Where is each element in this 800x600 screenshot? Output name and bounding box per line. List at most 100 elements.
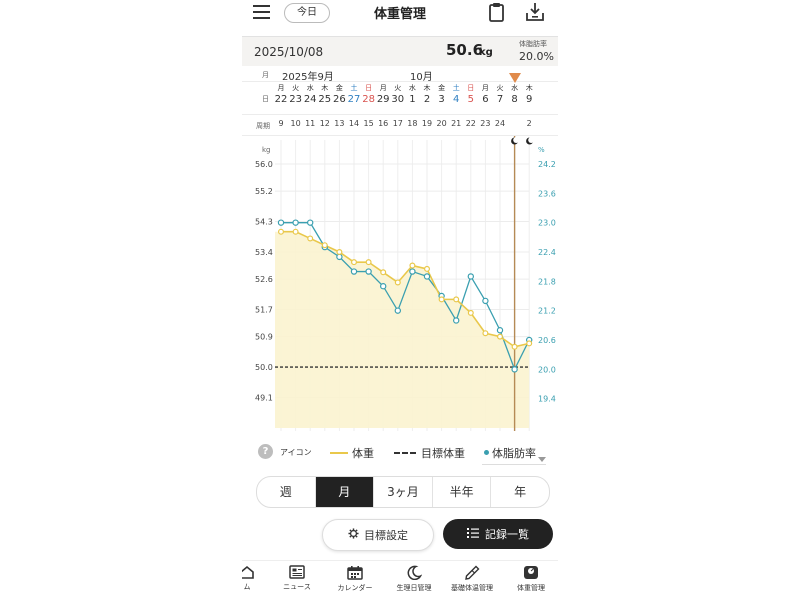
weight-point[interactable] <box>497 333 504 340</box>
cycle-day: 24 <box>494 119 506 128</box>
weight-point[interactable] <box>350 259 357 266</box>
weekday-label: 金 <box>438 84 446 92</box>
y-left-tick-label: 52.6 <box>255 275 273 284</box>
body-fat-point[interactable] <box>409 268 416 275</box>
cycle-day: 19 <box>421 119 433 128</box>
cycle-day: 18 <box>407 119 418 128</box>
weight-point[interactable] <box>321 242 328 249</box>
legend-icon-label: アイコン <box>280 448 312 457</box>
nav-period-tracking[interactable]: 生理日管理 <box>392 565 436 593</box>
day-number[interactable]: 8 <box>507 94 522 105</box>
weight-point[interactable] <box>482 330 489 337</box>
day-number[interactable]: 22 <box>274 94 289 105</box>
weekday-label: 月 <box>481 84 489 92</box>
nav-home[interactable]: ム <box>242 565 262 592</box>
weekday-label: 木 <box>525 84 533 92</box>
period-tab[interactable]: 3ヶ月 <box>373 477 432 507</box>
weight-chart[interactable]: kg % 56.0 55.2 54.3 53.4 52.6 51.7 50.9 50.0 49.1 2… <box>242 136 558 436</box>
day-number[interactable]: 7 <box>493 94 508 105</box>
period-tab[interactable]: 年 <box>490 477 549 507</box>
day-number[interactable]: 24 <box>303 94 318 105</box>
weight-point[interactable] <box>424 265 431 272</box>
weight-point[interactable] <box>277 228 284 235</box>
body-fat-point[interactable] <box>482 297 489 305</box>
body-fat-point[interactable] <box>423 273 431 280</box>
weight-point[interactable] <box>511 343 518 350</box>
weight-summary: 2025/10/08 50.6 kg 体脂肪率 20.0% <box>242 36 558 67</box>
day-number[interactable]: 28 <box>361 94 376 105</box>
weight-point[interactable] <box>394 279 401 286</box>
day-number[interactable]: 5 <box>463 94 478 105</box>
cycle-day: 14 <box>348 119 360 128</box>
weekday-label: 水 <box>511 84 519 92</box>
nav-calendar[interactable]: カレンダー <box>334 565 376 593</box>
list-icon <box>467 527 479 541</box>
body-fat-point[interactable] <box>394 307 401 314</box>
body-fat-point[interactable] <box>277 219 285 226</box>
body-fat-point[interactable] <box>306 219 314 226</box>
body-fat-point[interactable] <box>467 273 474 280</box>
legend-dropdown-icon[interactable] <box>538 448 546 462</box>
day-number[interactable]: 2 <box>420 94 435 105</box>
body-fat-point[interactable] <box>379 283 387 290</box>
moon-icon <box>392 565 436 580</box>
body-fat-point[interactable] <box>511 366 518 373</box>
y-right-tick-label: 19.4 <box>538 395 556 404</box>
download-icon[interactable] <box>524 1 546 23</box>
day-number[interactable]: 27 <box>347 94 362 105</box>
nav-basal-temperature[interactable]: 基礎体温管理 <box>446 565 498 593</box>
body-fat-point[interactable] <box>452 317 460 324</box>
weight-point[interactable] <box>336 248 343 255</box>
day-number[interactable]: 25 <box>317 94 332 105</box>
nav-weight-management[interactable]: 体重管理 <box>510 565 552 593</box>
body-fat-point[interactable] <box>496 327 504 334</box>
clipboard-icon[interactable] <box>487 1 507 23</box>
cycle-day: 23 <box>480 119 491 128</box>
records-list-button[interactable]: 記録一覧 <box>443 519 553 549</box>
day-number[interactable]: 30 <box>390 94 405 105</box>
body-fat-point[interactable] <box>292 219 299 226</box>
weight-unit: kg <box>479 47 493 58</box>
weekday-label: 火 <box>496 84 504 92</box>
y-right-tick-label: 24.2 <box>538 160 556 169</box>
help-icon[interactable]: ? <box>258 444 273 459</box>
weight-point[interactable] <box>467 309 474 316</box>
body-fat-point[interactable] <box>336 253 343 261</box>
y-left-unit: kg <box>262 146 271 154</box>
cycle-row-label: 周期 <box>256 122 270 130</box>
day-number[interactable]: 26 <box>332 94 347 105</box>
weight-point[interactable] <box>292 228 299 235</box>
weekday-label: 水 <box>306 84 314 92</box>
day-number[interactable]: 9 <box>522 94 537 105</box>
weight-point[interactable] <box>365 259 372 266</box>
day-number[interactable]: 4 <box>449 94 464 105</box>
period-tab[interactable]: 半年 <box>431 477 491 507</box>
weight-point[interactable] <box>409 262 416 269</box>
body-fat-point[interactable] <box>365 268 372 275</box>
weight-point[interactable] <box>380 269 387 276</box>
weight-point[interactable] <box>438 296 445 303</box>
cycle-day: 11 <box>305 119 316 128</box>
period-tab[interactable]: 月 <box>314 477 374 507</box>
y-right-tick-label: 23.0 <box>538 219 556 228</box>
weight-point[interactable] <box>307 235 314 242</box>
nav-news[interactable]: ニュース <box>280 565 314 592</box>
selected-date: 2025/10/08 <box>254 45 324 59</box>
body-fat-point[interactable] <box>350 268 358 275</box>
weight-point[interactable] <box>453 296 460 303</box>
day-number[interactable]: 1 <box>405 94 420 105</box>
goal-settings-button[interactable]: 目標設定 <box>322 519 434 551</box>
weekday-label: 金 <box>335 84 343 92</box>
day-number[interactable]: 6 <box>478 94 493 105</box>
legend-weight-swatch <box>330 452 348 454</box>
legend-target-label: 目標体重 <box>421 447 465 460</box>
weight-point[interactable] <box>526 340 533 347</box>
day-number[interactable]: 3 <box>434 94 449 105</box>
period-tab[interactable]: 週 <box>257 477 315 507</box>
records-list-label: 記録一覧 <box>485 528 529 541</box>
selected-date-marker-icon <box>509 68 521 83</box>
day-number[interactable]: 23 <box>288 94 303 105</box>
legend-target-swatch <box>394 452 416 454</box>
day-number[interactable]: 29 <box>376 94 391 105</box>
date-header: 月 日 周期 2025年9月 10月 月 22 9 火 23 10 水 24 11 木 25 12 金 2… <box>242 66 558 136</box>
